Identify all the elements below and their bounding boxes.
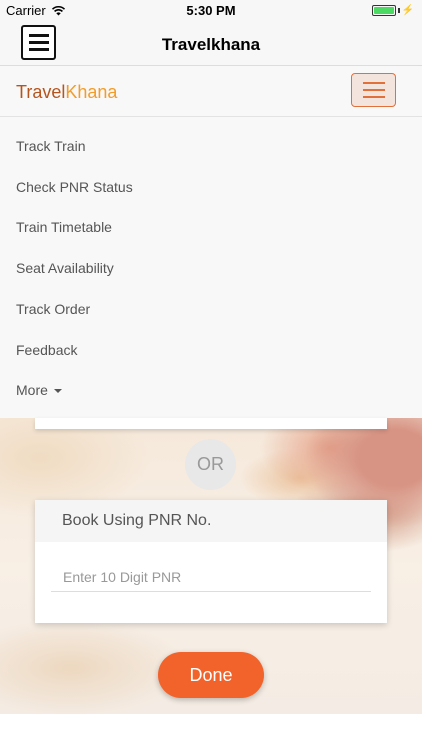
site-menu-toggle-button[interactable] [351, 73, 396, 107]
hamburger-icon [362, 82, 385, 84]
menu-item-feedback[interactable]: Feedback [16, 342, 77, 358]
brand-travel-text: Travel [16, 82, 66, 102]
bolt-icon: ⚡ [401, 5, 414, 16]
or-divider: OR [185, 439, 236, 490]
app-title: Travelkhana [161, 35, 261, 54]
menu-item-more[interactable]: More [16, 382, 62, 398]
pnr-card-title: Book Using PNR No. [35, 500, 387, 542]
status-time: 5:30 PM [186, 3, 236, 18]
brand-khana-text: Khana [65, 82, 118, 102]
menu-item-track-order[interactable]: Track Order [16, 301, 90, 317]
site-header: TravelKhana [0, 66, 422, 117]
bottom-strip [0, 714, 422, 750]
pnr-input[interactable] [51, 562, 371, 592]
dropdown-menu: Track Train Check PNR Status Train Timet… [0, 117, 422, 418]
menu-item-check-pnr-status[interactable]: Check PNR Status [16, 179, 133, 195]
done-button[interactable]: Done [158, 652, 264, 698]
menu-item-seat-availability[interactable]: Seat Availability [16, 260, 114, 276]
status-bar: Carrier 5:30 PM ⚡ [0, 0, 422, 22]
caret-down-icon [53, 389, 62, 394]
pnr-booking-card: Book Using PNR No. [35, 500, 387, 623]
app-navigation-bar: Travelkhana [0, 22, 422, 66]
menu-item-track-train[interactable]: Track Train [16, 138, 86, 154]
menu-item-train-timetable[interactable]: Train Timetable [16, 219, 112, 235]
brand-logo[interactable]: TravelKhana [16, 82, 117, 103]
battery-icon: ⚡ [371, 5, 414, 16]
hidden-card-edge [35, 418, 387, 429]
menu-item-more-label: More [16, 382, 48, 398]
